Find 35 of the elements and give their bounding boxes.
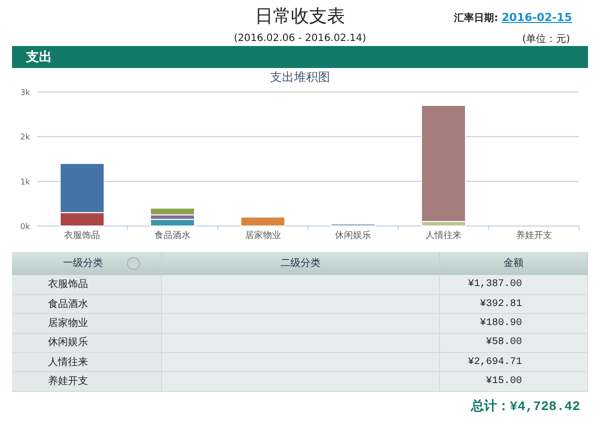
axis-label: 人情往来	[426, 231, 462, 241]
table-cell: 食品酒水	[12, 294, 162, 314]
chart-title: 支出堆积图	[270, 70, 330, 84]
total-amount: 总计：¥4,728.42	[470, 398, 581, 416]
column-header: 二级分类	[280, 258, 321, 269]
column-header: 一级分类	[63, 258, 104, 269]
table-cell: ¥58.00	[440, 333, 588, 353]
table-cell: 养娃开支	[12, 372, 162, 392]
unit-label: (单位：元)	[522, 32, 570, 47]
rate-date-label: 汇率日期:	[454, 13, 498, 24]
axis-label: 3k	[20, 88, 30, 97]
axis-label: 1k	[20, 177, 30, 186]
axis-label: 食品酒水	[154, 231, 190, 241]
axis-label: 休闲娱乐	[335, 231, 372, 241]
table-cell: ¥15.00	[440, 372, 588, 392]
axis-label: 衣服饰品	[64, 231, 100, 241]
axis-label: 居家物业	[244, 231, 281, 241]
axis-label: 2k	[20, 132, 30, 142]
table-cell: ¥1,387.00	[440, 275, 588, 294]
axis-label: 养娃开支	[516, 231, 552, 241]
table-cell: 衣服饰品	[12, 275, 162, 294]
table-cell: ¥180.90	[440, 314, 588, 334]
table-cell: ¥2,694.71	[440, 352, 588, 372]
table-cell: ¥392.81	[440, 294, 588, 314]
section-header: 支出	[12, 46, 588, 68]
axis-label: 0k	[20, 222, 30, 231]
report-title: 日常收支表	[255, 5, 345, 29]
rate-date-link[interactable]: 2016-02-15	[502, 11, 572, 24]
column-header: 金额	[504, 258, 524, 269]
bar-segment	[330, 223, 376, 226]
table-cell: 休闲娱乐	[12, 333, 162, 353]
bar-segment	[240, 216, 286, 226]
date-range: (2016.02.06 - 2016.02.14)	[234, 32, 366, 46]
table-cell: 人情往来	[12, 352, 162, 372]
table-cell: 居家物业	[12, 314, 162, 334]
